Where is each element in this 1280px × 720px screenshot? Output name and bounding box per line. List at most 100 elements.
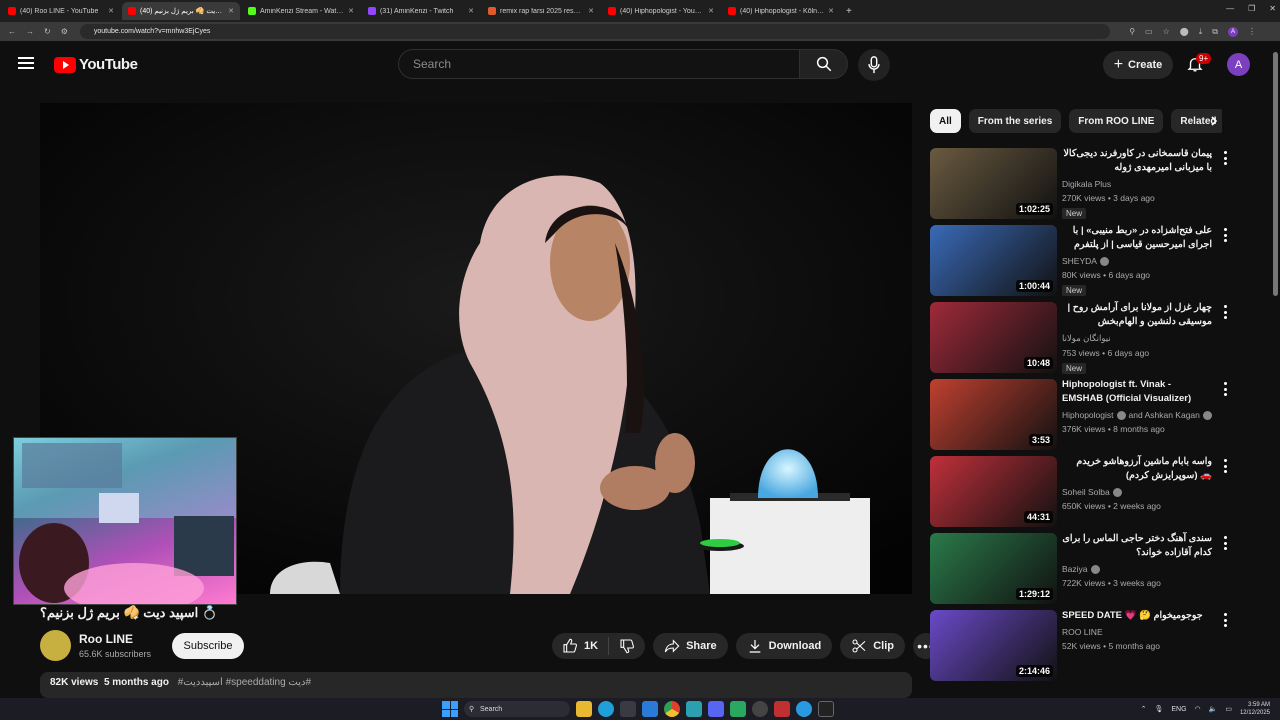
browser-tab[interactable]: remix rap farsi 2025 results on✕ bbox=[482, 2, 600, 20]
browser-profile-avatar[interactable]: A bbox=[1228, 26, 1238, 37]
rec-title[interactable]: SPEED DATE 💗 🤔 جوجومیخوام bbox=[1062, 609, 1212, 623]
rec-thumbnail[interactable]: 2:14:46 bbox=[930, 610, 1057, 681]
rec-more-icon[interactable] bbox=[1221, 305, 1229, 319]
back-icon[interactable]: ← bbox=[8, 27, 16, 36]
recommendation-item[interactable]: 10:48 چهار غزل از مولانا برای آرامش روح … bbox=[930, 301, 1236, 378]
rec-channel-name[interactable]: Digikala Plus bbox=[1062, 179, 1111, 189]
description-box[interactable]: 82K views 5 months ago #اسپیددیت #speedd… bbox=[40, 672, 912, 698]
chips-next-button[interactable] bbox=[1205, 112, 1223, 130]
rec-thumbnail[interactable]: 1:29:12 bbox=[930, 533, 1057, 604]
rec-thumbnail[interactable]: 10:48 bbox=[930, 302, 1057, 373]
app-icon[interactable] bbox=[686, 701, 702, 717]
new-tab-button[interactable]: + bbox=[846, 6, 852, 17]
vscode-icon[interactable] bbox=[642, 701, 658, 717]
zoom-icon[interactable]: ⚲ bbox=[1129, 27, 1135, 36]
downloads-icon[interactable]: ⤓ bbox=[1199, 27, 1203, 37]
volume-icon[interactable]: 🔈 bbox=[1209, 705, 1218, 713]
recommendation-item[interactable]: 2:14:46 SPEED DATE 💗 🤔 جوجومیخوام ROO LI… bbox=[930, 609, 1236, 686]
url-field[interactable]: youtube.com/watch?v=mnhw3EjCyes bbox=[79, 24, 1110, 39]
rec-more-icon[interactable] bbox=[1221, 536, 1229, 550]
rec-title[interactable]: واسه بابام ماشین آرزوهاشو خریدم 🚗 (سوپرا… bbox=[1062, 455, 1212, 483]
site-info-icon[interactable]: ⚙ bbox=[61, 27, 68, 36]
tab-close-icon[interactable]: ✕ bbox=[828, 7, 834, 15]
tab-close-icon[interactable]: ✕ bbox=[588, 7, 594, 15]
rec-more-icon[interactable] bbox=[1221, 151, 1229, 165]
bookmark-star-icon[interactable]: ☆ bbox=[1163, 27, 1170, 36]
rec-channel-name[interactable]: نیوانگان مولانا bbox=[1062, 333, 1111, 344]
recommendation-item[interactable]: 1:29:12 سندی آهنگ دختر حاجی الماس را برا… bbox=[930, 532, 1236, 609]
recommendation-item[interactable]: 1:02:25 پیمان قاسمخانی در کاورفرند دیجی‌… bbox=[930, 147, 1236, 224]
hashtags[interactable]: #اسپیددیت #speeddating دیت# bbox=[178, 677, 311, 688]
scrollbar-thumb[interactable] bbox=[1273, 52, 1278, 296]
filter-chip[interactable]: All bbox=[930, 109, 961, 133]
rec-thumbnail[interactable]: 1:00:44 bbox=[930, 225, 1057, 296]
tab-close-icon[interactable]: ✕ bbox=[108, 7, 114, 15]
channel-avatar[interactable] bbox=[40, 630, 71, 661]
browser-menu-icon[interactable]: ⋮ bbox=[1248, 27, 1256, 36]
rec-title[interactable]: چهار غزل از مولانا برای آرامش روح | موسی… bbox=[1062, 301, 1213, 329]
taskbar-search[interactable]: ⚲ Search bbox=[464, 701, 570, 717]
edge-icon[interactable] bbox=[598, 701, 614, 717]
recommendation-item[interactable]: 3:53 Hiphopologist ft. Vinak - EMSHAB (O… bbox=[930, 378, 1236, 455]
rec-channel-name[interactable]: Baziya bbox=[1062, 564, 1088, 574]
rec-title[interactable]: Hiphopologist ft. Vinak - EMSHAB (Offici… bbox=[1062, 378, 1212, 406]
search-input[interactable] bbox=[411, 56, 799, 72]
media-player-icon[interactable] bbox=[752, 701, 768, 717]
channel-name[interactable]: Roo LINE bbox=[79, 632, 151, 646]
extensions-icon[interactable]: ⧉ bbox=[1212, 27, 1218, 37]
rec-channel-name[interactable]: Hiphopologist bbox=[1062, 410, 1114, 420]
minimize-icon[interactable]: — bbox=[1226, 4, 1234, 13]
rec-title[interactable]: سندی آهنگ دختر حاجی الماس را برای کدام آ… bbox=[1062, 532, 1212, 560]
chrome-icon[interactable] bbox=[664, 701, 680, 717]
share-button[interactable]: Share bbox=[653, 633, 728, 659]
tray-chevron-icon[interactable]: ⌃ bbox=[1141, 705, 1147, 713]
wifi-icon[interactable]: ◠ bbox=[1195, 705, 1201, 713]
battery-icon[interactable]: ▭ bbox=[1225, 705, 1232, 713]
rec-thumbnail[interactable]: 1:02:25 bbox=[930, 148, 1057, 219]
close-icon[interactable]: ✕ bbox=[1269, 4, 1276, 13]
rec-channel-name[interactable]: Soheil Solba bbox=[1062, 487, 1110, 497]
browser-tab[interactable]: (40) اسپید دیت 🥠 بریم ژل بزنیم ✕ bbox=[122, 2, 240, 20]
rec-thumbnail[interactable]: 44:31 bbox=[930, 456, 1057, 527]
extension-icon[interactable]: ⬤ bbox=[1180, 27, 1189, 36]
dislike-button[interactable] bbox=[609, 638, 645, 654]
voice-search-button[interactable] bbox=[858, 49, 890, 81]
console-icon[interactable] bbox=[818, 701, 834, 717]
filter-chip[interactable]: From ROO LINE bbox=[1069, 109, 1164, 133]
subscribe-button[interactable]: Subscribe bbox=[172, 633, 244, 659]
download-button[interactable]: Download bbox=[735, 633, 833, 659]
store-icon[interactable] bbox=[620, 701, 636, 717]
tab-close-icon[interactable]: ✕ bbox=[708, 7, 714, 15]
rec-thumbnail[interactable]: 3:53 bbox=[930, 379, 1057, 450]
create-button[interactable]: + Create bbox=[1103, 51, 1173, 79]
windows-start-icon[interactable] bbox=[442, 701, 458, 717]
rec-title[interactable]: پیمان قاسمخانی در کاورفرند دیجی‌کالا با … bbox=[1062, 147, 1213, 175]
reload-icon[interactable]: ↻ bbox=[44, 27, 51, 36]
microphone-tray-icon[interactable]: 🎙 bbox=[1154, 705, 1163, 713]
rec-title[interactable]: علی فتح‌اشزاده در «ربط منیبی» | با اجرای… bbox=[1062, 224, 1212, 252]
cast-icon[interactable]: ▭ bbox=[1145, 27, 1153, 36]
rec-more-icon[interactable] bbox=[1221, 459, 1229, 473]
rec-channel-name[interactable]: SHEYDA bbox=[1062, 256, 1097, 266]
like-button[interactable]: 1K bbox=[552, 637, 610, 655]
tab-close-icon[interactable]: ✕ bbox=[468, 7, 474, 15]
recommendation-item[interactable]: 1:00:44 علی فتح‌اشزاده در «ربط منیبی» | … bbox=[930, 224, 1236, 301]
filter-chip[interactable]: From the series bbox=[968, 109, 1062, 133]
browser-tab[interactable]: (40) Hiphopologist - YouTube ✕ bbox=[602, 2, 720, 20]
browser-tab[interactable]: (40) Roo LINE - YouTube ✕ bbox=[2, 2, 120, 20]
search-button[interactable] bbox=[800, 49, 848, 79]
browser-tab[interactable]: (31) AminKenzi - Twitch ✕ bbox=[362, 2, 480, 20]
menu-icon[interactable] bbox=[18, 57, 34, 69]
language-indicator[interactable]: ENG bbox=[1171, 706, 1186, 713]
account-avatar[interactable]: A bbox=[1227, 53, 1250, 76]
discord-icon[interactable] bbox=[708, 701, 724, 717]
search-box[interactable] bbox=[398, 49, 800, 79]
browser-tab[interactable]: (40) Hiphopologist - Kōln (Offi ✕ bbox=[722, 2, 840, 20]
rec-more-icon[interactable] bbox=[1221, 382, 1229, 396]
forward-icon[interactable]: → bbox=[26, 27, 34, 36]
tab-close-icon[interactable]: ✕ bbox=[348, 7, 354, 15]
clock[interactable]: 3:59 AM 12/12/2025 bbox=[1240, 701, 1270, 717]
recorder-icon[interactable] bbox=[774, 701, 790, 717]
maximize-icon[interactable]: ❐ bbox=[1248, 4, 1255, 13]
rec-channel-name[interactable]: ROO LINE bbox=[1062, 627, 1103, 637]
